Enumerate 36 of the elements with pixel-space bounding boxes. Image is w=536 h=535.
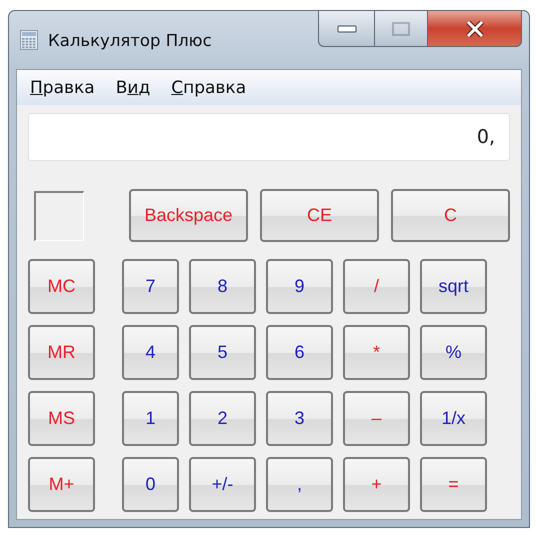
- calculator-key[interactable]: 6: [266, 325, 333, 380]
- calculator-key[interactable]: 1: [122, 391, 179, 446]
- calculator-key[interactable]: MC: [28, 259, 95, 314]
- calculator-key[interactable]: 4: [122, 325, 179, 380]
- minimize-button[interactable]: [318, 10, 374, 47]
- close-icon: [464, 20, 484, 36]
- calculator-key[interactable]: 5: [189, 325, 256, 380]
- calculator-key[interactable]: /: [343, 259, 410, 314]
- calculator-key[interactable]: 2: [189, 391, 256, 446]
- maximize-icon: [392, 22, 410, 36]
- calculator-key[interactable]: =: [420, 457, 487, 512]
- calculator-key[interactable]: M+: [28, 457, 95, 512]
- calculator-key[interactable]: 8: [189, 259, 256, 314]
- calculator-key[interactable]: ,: [266, 457, 333, 512]
- menu-item[interactable]: Справка: [171, 78, 246, 98]
- calculator-key[interactable]: 7: [122, 259, 179, 314]
- calculator-key[interactable]: 3: [266, 391, 333, 446]
- calculator-icon: [20, 30, 38, 50]
- calculator-key[interactable]: +: [343, 457, 410, 512]
- calculator-key[interactable]: 1/x: [420, 391, 487, 446]
- calculator-key[interactable]: 9: [266, 259, 333, 314]
- calculator-key[interactable]: *: [343, 325, 410, 380]
- calculator-key[interactable]: C: [391, 189, 510, 242]
- close-button[interactable]: [427, 10, 522, 47]
- display-field: 0,: [28, 113, 510, 161]
- calculator-key[interactable]: MS: [28, 391, 95, 446]
- calculator-key[interactable]: MR: [28, 325, 95, 380]
- calculator-key[interactable]: CE: [260, 189, 379, 242]
- calculator-key[interactable]: 0: [122, 457, 179, 512]
- menu-item[interactable]: Правка: [30, 78, 95, 98]
- calculator-key[interactable]: sqrt: [420, 259, 487, 314]
- calculator-key[interactable]: %: [420, 325, 487, 380]
- window-title: Калькулятор Плюс: [48, 30, 213, 50]
- minimize-icon: [336, 24, 356, 32]
- menu-item[interactable]: Вид: [116, 78, 150, 98]
- calculator-key[interactable]: +/-: [189, 457, 256, 512]
